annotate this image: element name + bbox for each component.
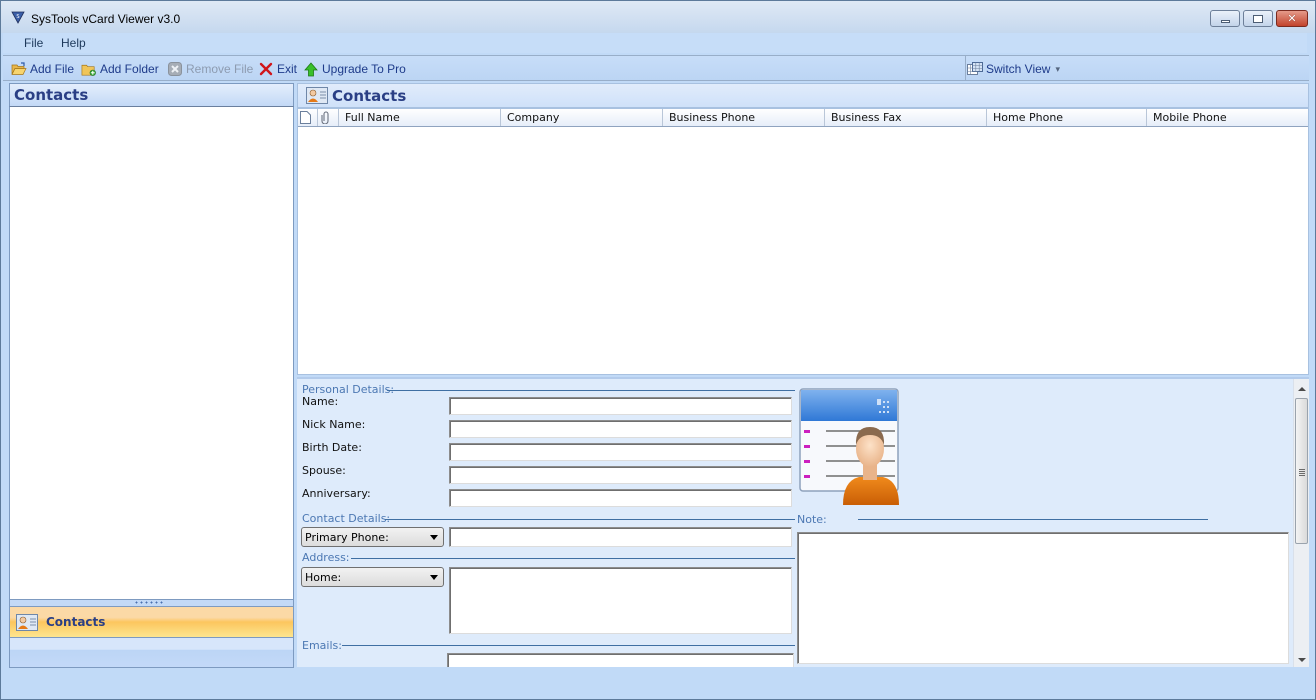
column-item-type[interactable] xyxy=(298,109,316,126)
scroll-down-icon[interactable] xyxy=(1298,658,1306,662)
contact-details-label: Contact Details: xyxy=(302,512,391,525)
dropdown-arrow-icon xyxy=(430,535,438,540)
remove-file-label: Remove File xyxy=(186,62,254,76)
paperclip-icon xyxy=(321,111,329,124)
maximize-button[interactable] xyxy=(1243,10,1273,27)
nick-name-label: Nick Name: xyxy=(302,418,366,431)
emails-divider xyxy=(342,645,795,646)
grip-dots xyxy=(134,601,164,604)
menu-bar: File Help xyxy=(3,33,1307,53)
nick-name-field[interactable] xyxy=(449,420,792,438)
phone-field[interactable] xyxy=(449,527,792,547)
birth-date-field[interactable] xyxy=(449,443,792,461)
contact-photo xyxy=(799,387,911,507)
add-folder-button[interactable]: Add Folder xyxy=(81,60,159,78)
document-icon xyxy=(300,111,311,124)
scroll-thumb[interactable] xyxy=(1295,398,1308,544)
anniversary-field[interactable] xyxy=(449,489,792,507)
address-label: Address: xyxy=(302,551,350,564)
maximize-icon xyxy=(1253,14,1263,23)
exit-label: Exit xyxy=(277,62,298,76)
column-home-phone[interactable]: Home Phone xyxy=(986,109,1146,126)
details-scrollbar[interactable] xyxy=(1293,379,1309,667)
contact-details-pane: Personal Details: Name: Nick Name: Birth… xyxy=(297,377,1309,667)
column-business-fax[interactable]: Business Fax xyxy=(824,109,986,126)
window-title: SysTools vCard Viewer v3.0 xyxy=(31,12,181,26)
add-file-label: Add File xyxy=(30,62,75,76)
chevron-down-icon: ▾ xyxy=(1055,63,1061,74)
contacts-header: Contacts xyxy=(297,83,1309,108)
switch-view-button[interactable]: Switch View ▾ xyxy=(967,60,1060,78)
column-attachment[interactable] xyxy=(317,109,337,126)
grid-header: Full Name Company Business Phone Busines… xyxy=(298,109,1308,127)
nav-item-contacts[interactable]: Contacts xyxy=(9,606,294,638)
menu-file[interactable]: File xyxy=(24,36,43,50)
add-folder-label: Add Folder xyxy=(100,62,159,76)
add-file-button[interactable]: Add File xyxy=(11,60,74,78)
nav-pane-footer xyxy=(9,638,294,668)
exit-x-icon xyxy=(258,61,274,77)
upgrade-button[interactable]: Upgrade To Pro xyxy=(303,60,406,78)
spouse-field[interactable] xyxy=(449,466,792,484)
left-pane-header: Contacts xyxy=(9,83,294,106)
file-tree[interactable] xyxy=(9,106,294,600)
contacts-grid[interactable]: Full Name Company Business Phone Busines… xyxy=(297,108,1309,375)
contacts-icon xyxy=(16,614,38,634)
app-logo-icon: S xyxy=(11,11,25,24)
remove-file-button[interactable]: Remove File xyxy=(167,60,253,78)
column-full-name[interactable]: Full Name xyxy=(338,109,500,126)
contact-details-divider xyxy=(385,519,795,520)
address-field[interactable] xyxy=(449,567,792,634)
upgrade-label: Upgrade To Pro xyxy=(322,62,406,76)
toolbar: Add File Add Folder Remove File Exit Upg… xyxy=(3,55,1309,81)
remove-icon xyxy=(167,61,183,77)
app-window: S SysTools vCard Viewer v3.0 ✕ File Help… xyxy=(0,0,1316,700)
column-company[interactable]: Company xyxy=(500,109,662,126)
phone-type-value: Primary Phone: xyxy=(305,530,389,544)
close-icon: ✕ xyxy=(1287,12,1297,25)
birth-date-label: Birth Date: xyxy=(302,441,362,454)
name-field[interactable] xyxy=(449,397,792,415)
left-pane-title: Contacts xyxy=(14,86,89,104)
title-bar: S SysTools vCard Viewer v3.0 ✕ xyxy=(1,1,1315,33)
switch-view-label: Switch View xyxy=(986,62,1051,76)
note-label: Note: xyxy=(797,513,827,526)
name-label: Name: xyxy=(302,395,339,408)
menu-help[interactable]: Help xyxy=(61,36,86,50)
address-type-dropdown[interactable]: Home: xyxy=(301,567,444,587)
close-button[interactable]: ✕ xyxy=(1276,10,1308,27)
anniversary-label: Anniversary: xyxy=(302,487,371,500)
address-type-value: Home: xyxy=(305,570,342,584)
add-folder-icon xyxy=(81,61,97,77)
grid-view-icon xyxy=(967,61,983,77)
contacts-header-icon xyxy=(306,87,328,107)
emails-label: Emails: xyxy=(302,639,342,652)
contacts-header-title: Contacts xyxy=(332,87,407,105)
open-folder-icon xyxy=(11,61,27,77)
email-field[interactable] xyxy=(447,653,794,667)
minimize-button[interactable] xyxy=(1210,10,1240,27)
minimize-icon xyxy=(1220,19,1230,23)
svg-text:S: S xyxy=(16,14,19,20)
phone-type-dropdown[interactable]: Primary Phone: xyxy=(301,527,444,547)
dropdown-arrow-icon xyxy=(430,575,438,580)
personal-details-divider xyxy=(387,390,795,391)
scroll-grip-icon xyxy=(1299,469,1305,476)
column-business-phone[interactable]: Business Phone xyxy=(662,109,824,126)
status-bar xyxy=(3,669,1309,697)
up-arrow-icon xyxy=(303,61,319,77)
column-mobile-phone[interactable]: Mobile Phone xyxy=(1146,109,1308,126)
scroll-up-icon[interactable] xyxy=(1298,387,1306,391)
toolbar-separator xyxy=(965,56,966,80)
note-field[interactable] xyxy=(797,532,1289,664)
note-divider xyxy=(858,519,1208,520)
exit-button[interactable]: Exit xyxy=(258,60,297,78)
contact-card-avatar-icon xyxy=(799,388,899,505)
nav-contacts-label: Contacts xyxy=(46,615,106,629)
spouse-label: Spouse: xyxy=(302,464,346,477)
address-divider xyxy=(351,558,795,559)
